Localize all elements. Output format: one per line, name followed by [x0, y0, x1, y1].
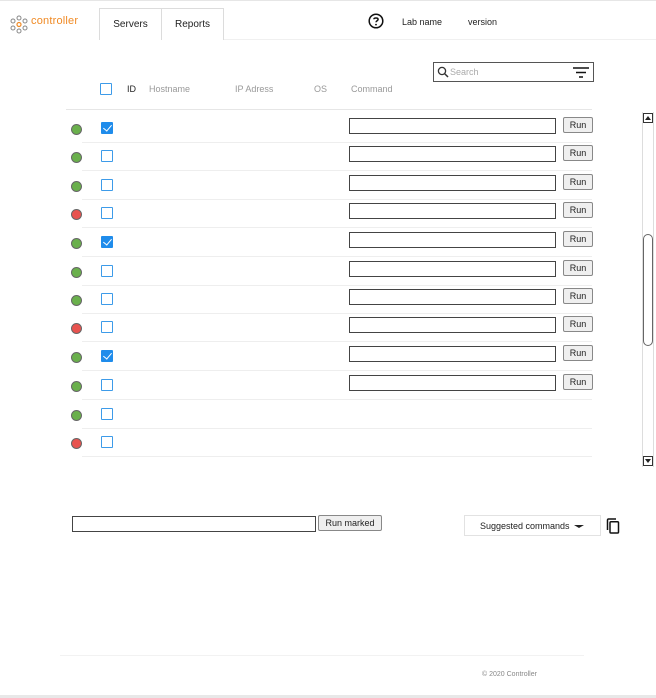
- suggested-commands-label: Suggested commands: [480, 520, 570, 531]
- row-checkbox[interactable]: [101, 236, 113, 248]
- status-online-icon: [71, 238, 82, 249]
- run-button[interactable]: Run: [563, 288, 593, 304]
- footer-copyright: © 2020 Controller: [482, 671, 537, 678]
- footer-divider: [60, 655, 584, 656]
- table-row[interactable]: Run: [66, 257, 593, 286]
- status-offline-icon: [71, 209, 82, 220]
- scroll-down-icon[interactable]: [643, 456, 653, 466]
- run-button[interactable]: Run: [563, 260, 593, 276]
- table-row[interactable]: Run: [66, 285, 593, 314]
- status-online-icon: [71, 295, 82, 306]
- run-button[interactable]: Run: [563, 231, 593, 247]
- command-input[interactable]: [349, 203, 556, 219]
- row-checkbox[interactable]: [101, 122, 113, 134]
- run-button[interactable]: Run: [563, 345, 593, 361]
- header-divider: [224, 39, 656, 40]
- status-online-icon: [71, 267, 82, 278]
- status-offline-icon: [71, 323, 82, 334]
- row-checkbox[interactable]: [101, 408, 113, 420]
- run-marked-button[interactable]: Run marked: [318, 515, 382, 531]
- lab-name: Lab name: [402, 17, 443, 27]
- chevron-down-icon: [574, 525, 584, 528]
- table-row[interactable]: Run: [66, 199, 593, 228]
- row-checkbox[interactable]: [101, 293, 113, 305]
- column-header-id: ID: [127, 84, 136, 94]
- command-input[interactable]: [349, 261, 556, 277]
- filter-icon[interactable]: [573, 66, 589, 79]
- row-checkbox[interactable]: [101, 350, 113, 362]
- status-online-icon: [71, 410, 82, 421]
- column-header-os: OS: [314, 84, 328, 94]
- status-online-icon: [71, 124, 82, 135]
- table-row[interactable]: [66, 428, 592, 457]
- table-row[interactable]: Run: [66, 342, 593, 371]
- column-header-ip: IP Adress: [235, 84, 274, 94]
- table-row[interactable]: Run: [66, 114, 593, 143]
- column-header-hostname: Hostname: [149, 84, 191, 94]
- status-online-icon: [71, 381, 82, 392]
- command-input[interactable]: [349, 175, 556, 191]
- run-button[interactable]: Run: [563, 202, 593, 218]
- row-checkbox[interactable]: [101, 321, 113, 333]
- row-checkbox[interactable]: [101, 179, 113, 191]
- version-label: version: [468, 17, 498, 27]
- header-divider: [66, 109, 592, 110]
- run-button[interactable]: Run: [563, 117, 593, 133]
- select-all-checkbox[interactable]: [100, 83, 112, 95]
- logo-text: controller: [31, 15, 79, 27]
- command-input[interactable]: [349, 317, 556, 333]
- row-checkbox[interactable]: [101, 150, 113, 162]
- row-checkbox[interactable]: [101, 379, 113, 391]
- status-online-icon: [71, 181, 82, 192]
- tab-servers-label: Servers: [113, 19, 148, 30]
- status-offline-icon: [71, 438, 82, 449]
- help-icon[interactable]: [368, 13, 384, 29]
- run-button[interactable]: Run: [563, 316, 593, 332]
- search-box[interactable]: [433, 62, 594, 82]
- status-online-icon: [71, 152, 82, 163]
- table-row[interactable]: Run: [66, 371, 593, 400]
- command-input[interactable]: [349, 375, 556, 391]
- table-row[interactable]: Run: [66, 313, 593, 342]
- tab-reports-label: Reports: [174, 19, 210, 30]
- command-input[interactable]: [349, 118, 556, 134]
- tab-reports[interactable]: Reports: [161, 8, 224, 40]
- table-scrollbar[interactable]: [642, 112, 654, 467]
- copy-icon[interactable]: [606, 518, 620, 534]
- command-input[interactable]: [349, 232, 556, 248]
- run-button[interactable]: Run: [563, 145, 593, 161]
- table-row[interactable]: Run: [66, 171, 593, 200]
- scrollbar-thumb[interactable]: [643, 234, 653, 346]
- suggested-commands-dropdown[interactable]: Suggested commands: [464, 515, 601, 536]
- row-checkbox[interactable]: [101, 207, 113, 219]
- command-input[interactable]: [349, 146, 556, 162]
- scroll-up-icon[interactable]: [643, 113, 653, 123]
- row-divider: [82, 456, 592, 457]
- command-input[interactable]: [349, 346, 556, 362]
- status-online-icon: [71, 352, 82, 363]
- run-button[interactable]: Run: [563, 174, 593, 190]
- column-header-command: Command: [351, 84, 393, 94]
- bulk-command-input[interactable]: [72, 516, 316, 532]
- row-checkbox[interactable]: [101, 436, 113, 448]
- command-input[interactable]: [349, 289, 556, 305]
- table-row[interactable]: Run: [66, 228, 593, 257]
- row-checkbox[interactable]: [101, 265, 113, 277]
- tab-servers[interactable]: Servers: [99, 8, 162, 40]
- table-row[interactable]: [66, 400, 592, 429]
- logo-icon: [10, 15, 28, 34]
- app-logo[interactable]: controller: [9, 13, 78, 35]
- search-icon: [437, 66, 449, 78]
- run-button[interactable]: Run: [563, 374, 593, 390]
- table-row[interactable]: Run: [66, 142, 593, 171]
- search-input[interactable]: [450, 65, 560, 79]
